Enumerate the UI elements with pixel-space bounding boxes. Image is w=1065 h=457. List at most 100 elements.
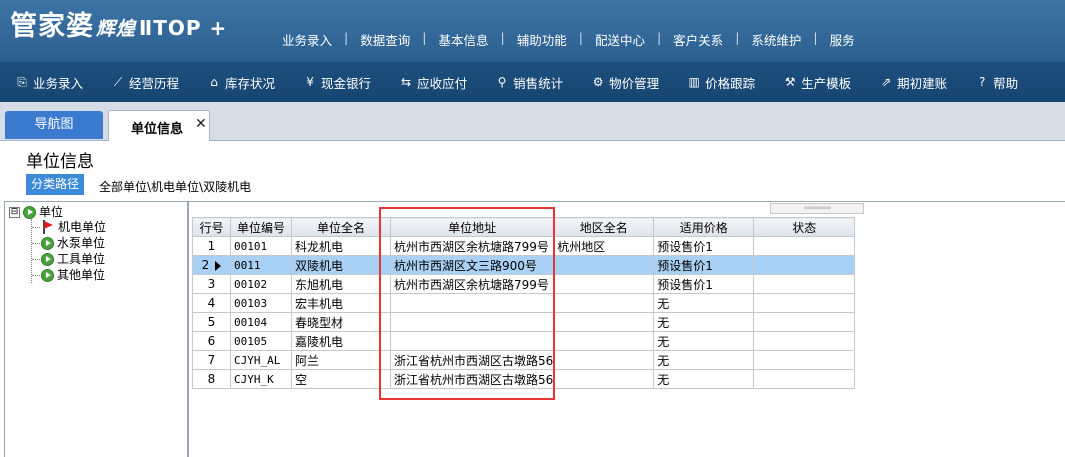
tree-item-tools[interactable]: 工具单位: [41, 251, 105, 267]
table-cell-status[interactable]: [753, 236, 856, 256]
table-cell-no[interactable]: 5: [192, 312, 231, 332]
top-menu-item[interactable]: 辅助功能: [505, 30, 579, 49]
table-row[interactable]: 7 CJYH_AL 阿兰 浙江省杭州市西湖区古墩路56 无: [192, 350, 856, 370]
table-row[interactable]: 4 00103 宏丰机电 无: [192, 293, 856, 313]
table-cell-status[interactable]: [753, 350, 856, 370]
table-cell-price[interactable]: 无: [653, 293, 755, 313]
top-menu-item[interactable]: 服务: [818, 30, 867, 49]
top-menu-item[interactable]: 系统维护: [739, 30, 813, 49]
close-tab-icon[interactable]: ✕: [195, 116, 207, 132]
column-header[interactable]: 适用价格: [653, 217, 755, 237]
column-header[interactable]: 状态: [753, 217, 856, 237]
table-row[interactable]: 8 CJYH_K 空 浙江省杭州市西湖区古墩路56 无: [192, 369, 856, 389]
table-cell-region[interactable]: [553, 369, 655, 389]
table-row[interactable]: 6 00105 嘉陵机电 无: [192, 331, 856, 351]
collapse-icon[interactable]: ⊟: [9, 206, 20, 218]
table-cell-status[interactable]: [753, 331, 856, 351]
table-cell-price[interactable]: 预设售价1: [653, 255, 755, 275]
horizontal-scroll-indicator[interactable]: »»»»»»»»: [770, 203, 864, 214]
table-cell-region[interactable]: 杭州地区: [553, 236, 655, 256]
tree-root[interactable]: ⊟ 单位: [9, 204, 63, 220]
table-cell-code[interactable]: 00103: [230, 293, 292, 313]
table-cell-no[interactable]: 7: [192, 350, 231, 370]
table-cell-address[interactable]: 杭州市西湖区余杭塘路799号: [389, 236, 555, 256]
table-cell-status[interactable]: [753, 369, 856, 389]
table-cell-name[interactable]: 双陵机电: [291, 255, 391, 275]
column-header[interactable]: 地区全名: [553, 217, 655, 237]
column-header[interactable]: 单位地址: [389, 217, 555, 237]
tab-unit-info[interactable]: 单位信息 ✕: [108, 110, 210, 141]
top-menu-item[interactable]: 数据查询: [348, 30, 422, 49]
table-cell-code[interactable]: 00102: [230, 274, 292, 294]
table-cell-region[interactable]: [553, 255, 655, 275]
toolbar-button[interactable]: ⎘ 业务录入: [0, 73, 96, 92]
table-cell-name[interactable]: 空: [291, 369, 391, 389]
table-cell-price[interactable]: 无: [653, 350, 755, 370]
table-cell-name[interactable]: 嘉陵机电: [291, 331, 391, 351]
tree-item-other[interactable]: 其他单位: [41, 267, 105, 283]
table-cell-status[interactable]: [753, 312, 856, 332]
tree-item-pump[interactable]: 水泵单位: [41, 235, 105, 251]
table-cell-price[interactable]: 预设售价1: [653, 274, 755, 294]
table-cell-name[interactable]: 宏丰机电: [291, 293, 391, 313]
toolbar-button[interactable]: ⌂ 库存状况: [192, 73, 288, 92]
column-header[interactable]: 单位编号: [230, 217, 292, 237]
table-cell-address[interactable]: [389, 312, 555, 332]
toolbar-button[interactable]: ⇗ 期初建账: [864, 73, 960, 92]
table-row[interactable]: 3 00102 东旭机电 杭州市西湖区余杭塘路799号 预设售价1: [192, 274, 856, 294]
table-row[interactable]: 1 00101 科龙机电 杭州市西湖区余杭塘路799号 杭州地区 预设售价1: [192, 236, 856, 256]
toolbar-button[interactable]: ⇆ 应收应付: [384, 73, 480, 92]
table-cell-address[interactable]: 杭州市西湖区余杭塘路799号: [389, 274, 555, 294]
table-cell-status[interactable]: [753, 293, 856, 313]
table-cell-region[interactable]: [553, 331, 655, 351]
table-cell-region[interactable]: [553, 293, 655, 313]
table-cell-name[interactable]: 春晓型材: [291, 312, 391, 332]
table-cell-code[interactable]: 00101: [230, 236, 292, 256]
table-cell-price[interactable]: 无: [653, 369, 755, 389]
table-cell-status[interactable]: [753, 274, 856, 294]
table-cell-address[interactable]: 杭州市西湖区文三路900号: [389, 255, 555, 275]
table-cell-no[interactable]: 6: [192, 331, 231, 351]
top-menu-item[interactable]: 配送中心: [583, 30, 657, 49]
toolbar-button[interactable]: ▥ 价格跟踪: [672, 73, 768, 92]
table-cell-code[interactable]: CJYH_K: [230, 369, 292, 389]
table-cell-region[interactable]: [553, 350, 655, 370]
table-cell-no[interactable]: 1: [192, 236, 231, 256]
table-cell-region[interactable]: [553, 274, 655, 294]
column-header[interactable]: 行号: [192, 217, 231, 237]
table-cell-address[interactable]: [389, 293, 555, 313]
column-header[interactable]: 单位全名: [291, 217, 391, 237]
table-cell-region[interactable]: [553, 312, 655, 332]
table-cell-name[interactable]: 阿兰: [291, 350, 391, 370]
table-cell-address[interactable]: 浙江省杭州市西湖区古墩路56: [389, 350, 555, 370]
table-cell-price[interactable]: 无: [653, 331, 755, 351]
table-cell-code[interactable]: CJYH_AL: [230, 350, 292, 370]
tab-navigation[interactable]: 导航图: [5, 111, 103, 139]
table-cell-price[interactable]: 无: [653, 312, 755, 332]
table-cell-no[interactable]: 4: [192, 293, 231, 313]
tree-item-electromech[interactable]: 机电单位: [41, 219, 106, 235]
top-menu-item[interactable]: 业务录入: [270, 30, 344, 49]
table-cell-price[interactable]: 预设售价1: [653, 236, 755, 256]
table-cell-name[interactable]: 东旭机电: [291, 274, 391, 294]
toolbar-button[interactable]: ⚙ 物价管理: [576, 73, 672, 92]
table-row[interactable]: 2 0011 双陵机电 杭州市西湖区文三路900号 预设售价1: [192, 255, 856, 275]
table-row[interactable]: 5 00104 春晓型材 无: [192, 312, 856, 332]
category-path-button[interactable]: 分类路径: [26, 174, 84, 195]
table-cell-no[interactable]: 8: [192, 369, 231, 389]
table-cell-name[interactable]: 科龙机电: [291, 236, 391, 256]
table-cell-no[interactable]: 3: [192, 274, 231, 294]
table-cell-code[interactable]: 00104: [230, 312, 292, 332]
table-cell-code[interactable]: 00105: [230, 331, 292, 351]
toolbar-button[interactable]: ⚲ 销售统计: [480, 73, 576, 92]
table-cell-status[interactable]: [753, 255, 856, 275]
toolbar-button[interactable]: ¥ 现金银行: [288, 73, 384, 92]
toolbar-button[interactable]: ? 帮助: [960, 73, 1031, 92]
toolbar-button[interactable]: ⟋ 经营历程: [96, 73, 192, 92]
table-cell-code[interactable]: 0011: [230, 255, 292, 275]
toolbar-button[interactable]: ⚒ 生产模板: [768, 73, 864, 92]
top-menu-item[interactable]: 客户关系: [661, 30, 735, 49]
table-cell-address[interactable]: 浙江省杭州市西湖区古墩路56: [389, 369, 555, 389]
table-cell-address[interactable]: [389, 331, 555, 351]
top-menu-item[interactable]: 基本信息: [426, 30, 500, 49]
